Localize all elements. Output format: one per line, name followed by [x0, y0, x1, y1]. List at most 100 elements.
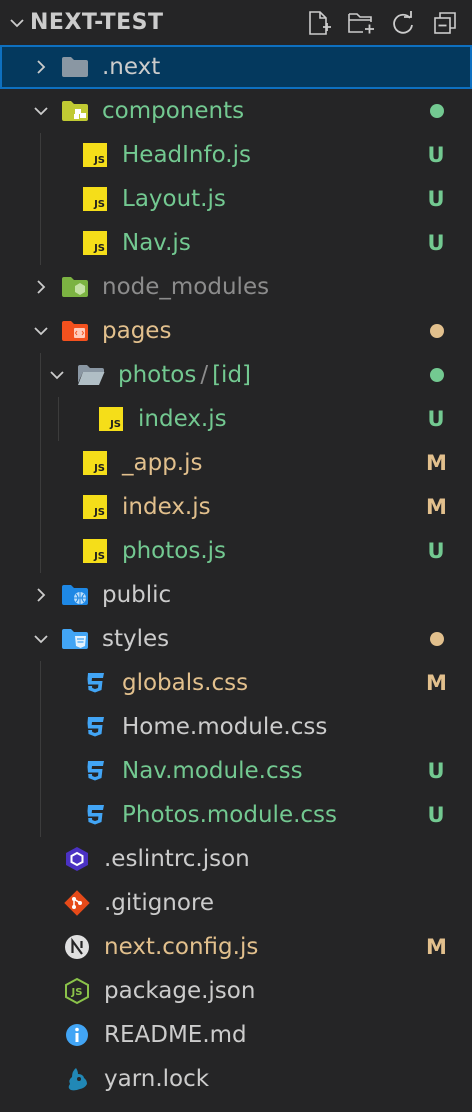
git-status-badge: U	[427, 803, 445, 827]
tree-item-label: package.json	[104, 978, 256, 1004]
pages-folder-icon	[60, 316, 90, 346]
info-icon	[62, 1020, 92, 1050]
tree-item-label: node_modules	[102, 274, 270, 300]
tree-item-label: HeadInfo.js	[122, 142, 251, 168]
tree-item-label: index.js	[122, 494, 211, 520]
tree-item-pages-folder[interactable]: pages	[0, 309, 472, 353]
chevron-down-icon[interactable]	[44, 362, 70, 388]
chevron-right-icon[interactable]	[28, 274, 54, 300]
tree-item-styles-folder[interactable]: styles	[0, 617, 472, 661]
modified-dot	[430, 324, 444, 338]
javascript-file-icon: JS	[80, 228, 110, 258]
tree-item-globals-css[interactable]: globals.css M	[0, 661, 472, 705]
css-file-icon	[80, 668, 110, 698]
chevron-down-icon[interactable]	[28, 318, 54, 344]
tree-item-label: _app.js	[122, 450, 203, 476]
path-separator: /	[200, 362, 209, 388]
git-status-badge: U	[427, 231, 445, 255]
git-status-badge: M	[426, 451, 447, 475]
tree-item-label: pages	[102, 318, 172, 344]
git-icon	[62, 888, 92, 918]
css-file-icon	[80, 800, 110, 830]
explorer-header: NEXT-TEST	[0, 0, 472, 45]
tree-item-node-modules-folder[interactable]: node_modules	[0, 265, 472, 309]
folder-open-icon	[76, 360, 106, 390]
git-status-badge: U	[427, 187, 445, 211]
git-status-badge: U	[427, 759, 445, 783]
tree-item-label: public	[102, 582, 172, 608]
javascript-file-icon: JS	[80, 492, 110, 522]
tree-item-photos-index-js[interactable]: JS index.js U	[0, 397, 472, 441]
tree-item-label: README.md	[104, 1022, 247, 1048]
chevron-down-icon[interactable]	[4, 15, 30, 31]
javascript-file-icon: JS	[80, 140, 110, 170]
tree-item-photos-js[interactable]: JS photos.js U	[0, 529, 472, 573]
tree-item-next-config-js[interactable]: next.config.js M	[0, 925, 472, 969]
new-file-icon[interactable]	[304, 8, 334, 38]
tree-item-readme-md[interactable]: README.md	[0, 1013, 472, 1057]
git-status-badge: M	[426, 495, 447, 519]
git-status-badge: U	[427, 407, 445, 431]
svg-text:JS: JS	[71, 987, 83, 998]
javascript-file-icon: JS	[80, 536, 110, 566]
node-folder-icon	[60, 272, 90, 302]
tree-item-eslintrc-json[interactable]: .eslintrc.json	[0, 837, 472, 881]
tree-item-package-json[interactable]: JS package.json	[0, 969, 472, 1013]
javascript-file-icon: JS	[80, 184, 110, 214]
modified-dot	[430, 632, 444, 646]
tree-item-label: Photos.module.css	[122, 802, 338, 828]
public-folder-icon	[60, 580, 90, 610]
tree-item-label: index.js	[138, 406, 227, 432]
tree-item-index-js[interactable]: JS index.js M	[0, 485, 472, 529]
nextjs-icon	[62, 932, 92, 962]
tree-item-next-folder[interactable]: .next	[0, 45, 472, 89]
explorer-title[interactable]: NEXT-TEST	[30, 10, 304, 35]
chevron-down-icon[interactable]	[28, 626, 54, 652]
javascript-file-icon: JS	[80, 448, 110, 478]
tree-item-public-folder[interactable]: public	[0, 573, 472, 617]
tree-item-nav-js[interactable]: JS Nav.js U	[0, 221, 472, 265]
yarn-icon	[62, 1064, 92, 1094]
tree-item-home-module-css[interactable]: Home.module.css	[0, 705, 472, 749]
tree-item-label: next.config.js	[104, 934, 259, 960]
git-status-badge: M	[426, 935, 447, 959]
tree-item-label: photos	[118, 362, 197, 388]
tree-item-label: styles	[102, 626, 170, 652]
tree-item-gitignore[interactable]: .gitignore	[0, 881, 472, 925]
chevron-right-icon[interactable]	[28, 582, 54, 608]
tree-item-label: [id]	[212, 362, 252, 388]
chevron-right-icon[interactable]	[28, 54, 54, 80]
collapse-all-icon[interactable]	[430, 8, 460, 38]
eslint-icon	[62, 844, 92, 874]
git-status-badge: U	[427, 539, 445, 563]
styles-folder-icon	[60, 624, 90, 654]
tree-item-nav-module-css[interactable]: Nav.module.css U	[0, 749, 472, 793]
refresh-icon[interactable]	[388, 8, 418, 38]
css-file-icon	[80, 756, 110, 786]
tree-item-headinfo-js[interactable]: JS HeadInfo.js U	[0, 133, 472, 177]
tree-item-label: .eslintrc.json	[104, 846, 250, 872]
tree-item-photos-id-folder[interactable]: photos / [id]	[0, 353, 472, 397]
modified-dot	[430, 368, 444, 382]
tree-item-label: .next	[102, 54, 161, 80]
new-folder-icon[interactable]	[346, 8, 376, 38]
javascript-file-icon: JS	[96, 404, 126, 434]
components-folder-icon	[60, 96, 90, 126]
tree-item-yarn-lock[interactable]: yarn.lock	[0, 1057, 472, 1101]
tree-item-photos-module-css[interactable]: Photos.module.css U	[0, 793, 472, 837]
folder-icon	[60, 52, 90, 82]
modified-dot	[430, 104, 444, 118]
tree-item-components-folder[interactable]: components	[0, 89, 472, 133]
file-tree: .next components JS HeadInfo.js U JS Lay…	[0, 45, 472, 1101]
tree-item-label: yarn.lock	[104, 1066, 210, 1092]
tree-item-app-js[interactable]: JS _app.js M	[0, 441, 472, 485]
tree-item-label: Home.module.css	[122, 714, 328, 740]
tree-item-label: Nav.js	[122, 230, 191, 256]
tree-item-label: Layout.js	[122, 186, 226, 212]
tree-item-label: photos.js	[122, 538, 227, 564]
tree-item-layout-js[interactable]: JS Layout.js U	[0, 177, 472, 221]
tree-item-label: components	[102, 98, 245, 124]
tree-item-label: Nav.module.css	[122, 758, 303, 784]
tree-item-label: globals.css	[122, 670, 249, 696]
chevron-down-icon[interactable]	[28, 98, 54, 124]
